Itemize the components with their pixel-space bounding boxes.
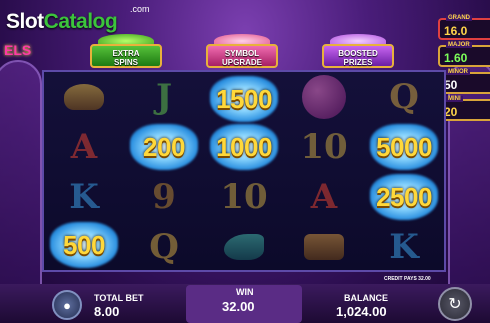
lamp-symbol-icon (64, 83, 104, 110)
jackpot-major-name: MAJOR (446, 42, 472, 48)
diamond-prize-symbol: 5000 (362, 120, 446, 174)
game-logo-fragment: ELS (4, 42, 32, 58)
extra-spins-label: EXTRA SPINS (90, 44, 162, 68)
jackpot-mini-value: 20 (444, 105, 458, 119)
reel-cell: A (44, 122, 124, 171)
diamond-prize-symbol: 2500 (362, 170, 446, 224)
extra-spins-line2: SPINS (113, 58, 138, 67)
spin-icon: ↻ (448, 296, 462, 313)
win-label: WIN (236, 287, 254, 297)
diamond-prize-value: 1500 (216, 83, 272, 114)
extra-spins-pot: EXTRA SPINS (90, 34, 162, 68)
watermark-catalog-text: Catalog (43, 10, 118, 33)
card-q-symbol: Q (149, 226, 179, 267)
reel-cell (284, 72, 364, 121)
reel-cell: K (364, 222, 444, 271)
diamond-prize-symbol: 1000 (202, 120, 286, 174)
jackpot-major: MAJOR 1.60 (438, 42, 490, 67)
jackpot-major-value: 1.60 (444, 51, 468, 65)
reel-cell: K (44, 172, 124, 221)
reel-cell: 9 (124, 172, 204, 221)
boosted-prizes-label: BOOSTED PRIZES (322, 44, 394, 68)
boosted-prizes-pot: BOOSTED PRIZES (322, 34, 394, 68)
card-a-symbol: A (70, 126, 98, 167)
diamond-prize-symbol: 1500 (202, 72, 286, 126)
watermark-suffix: .com (130, 4, 150, 14)
spin-button[interactable]: ↻ (438, 287, 472, 321)
card-j-symbol: J (155, 76, 173, 117)
reel-cell: 10 (284, 122, 364, 171)
reel-cell (284, 222, 364, 271)
watermark-slot-text: Slot (6, 10, 44, 33)
diamond-prize-value: 5000 (376, 131, 432, 162)
reel-grid: A K J 9 Q 10 10 A Q K 500 200 1500 1000 … (42, 70, 446, 272)
diamond-prize-symbol: 500 (42, 218, 126, 272)
symbol-upgrade-line1: SYMBOL (224, 49, 260, 58)
left-pillar (0, 60, 42, 290)
card-a-symbol: A (310, 176, 338, 217)
reel-cell: Q (124, 222, 204, 271)
jackpot-grand-name: GRAND (446, 15, 472, 21)
card-q-symbol: Q (389, 76, 419, 117)
reel-cell: Q (364, 72, 444, 121)
reel-cell: 10 (204, 172, 284, 221)
balance-label: BALANCE (344, 293, 388, 303)
total-bet-label: TOTAL BET (94, 293, 144, 303)
jackpot-minor-name: MINOR (446, 69, 470, 75)
card-k-symbol: K (69, 176, 99, 217)
jackpot-minor-value: 50 (444, 78, 458, 92)
reel-cell: J (124, 72, 204, 121)
diamond-prize-value: 1000 (216, 131, 272, 162)
reel-4: 10 A (284, 72, 364, 270)
coins-icon: ● (63, 297, 71, 313)
slotcatalog-watermark: SlotCatalog .com (6, 4, 150, 34)
balance-value: 1,024.00 (336, 304, 387, 319)
jackpot-grand-value: 16.0 (444, 24, 468, 38)
symbol-upgrade-label: SYMBOL UPGRADE (206, 44, 278, 68)
win-value: 32.00 (222, 299, 255, 314)
reel-cell: A (284, 172, 364, 221)
diamond-prize-value: 200 (143, 131, 185, 162)
extra-spins-line1: EXTRA (112, 49, 140, 58)
bet-settings-button[interactable]: ● (52, 290, 82, 320)
boosted-prizes-line2: PRIZES (343, 58, 373, 67)
chest-symbol-icon (304, 233, 344, 260)
jackpot-grand: GRAND 16.0 (438, 15, 490, 40)
moon-symbol-icon (302, 74, 346, 119)
diamond-prize-symbol: 200 (122, 120, 206, 174)
card-10-symbol: 10 (300, 126, 348, 167)
reel-cell (204, 222, 284, 271)
symbol-upgrade-pot: SYMBOL UPGRADE (206, 34, 278, 68)
jackpot-mini-name: MINI (446, 96, 463, 102)
card-k-symbol: K (389, 226, 419, 267)
total-bet-value: 8.00 (94, 304, 120, 319)
symbol-upgrade-line2: UPGRADE (221, 58, 262, 67)
reel-cell (44, 72, 124, 121)
diamond-prize-value: 2500 (376, 181, 432, 212)
diamond-prize-value: 500 (63, 229, 105, 260)
card-9-symbol: 9 (152, 176, 176, 217)
boosted-prizes-line1: BOOSTED (338, 49, 378, 58)
credit-pays-note: CREDIT PAYS 32.00 (384, 276, 431, 282)
slipper-symbol-icon (224, 233, 264, 260)
card-10-symbol: 10 (220, 176, 268, 217)
